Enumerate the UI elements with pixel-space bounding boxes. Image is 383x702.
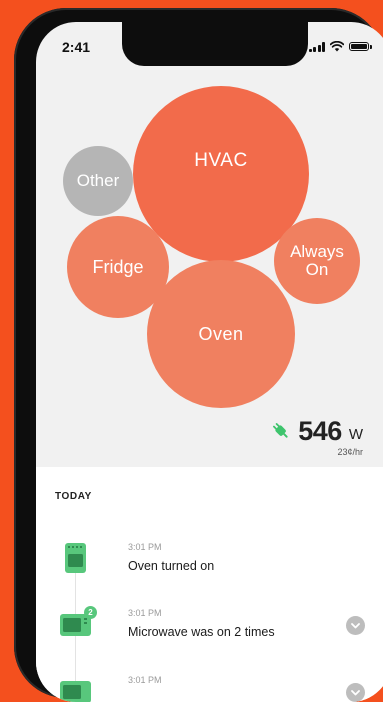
oven-icon [65,543,86,573]
bubble-fridge-label: Fridge [92,256,144,277]
event-text: Microwave was on 2 times [128,625,275,639]
bubble-other[interactable]: Other [63,146,133,216]
power-readout: 546 W 23¢/hr [270,418,363,457]
expand-chevron-icon[interactable] [346,683,365,702]
power-unit: W [348,426,363,443]
battery-icon [349,42,372,51]
plug-icon [273,422,288,438]
cellular-signal-icon [308,41,325,52]
microwave-icon [60,681,91,702]
app-screen: 2:41 HVAC Other Fridge Always On Oven 54… [36,22,383,702]
wifi-icon [330,41,344,52]
event-text: Oven turned on [128,559,215,573]
power-rate: 23¢/hr [337,447,363,457]
feed-event[interactable]: 2 3:01 PM Microwave was on 2 times [36,606,383,648]
bubble-oven[interactable]: Oven [147,260,295,408]
expand-chevron-icon[interactable] [346,616,365,635]
feed-event[interactable]: 3:01 PM [36,675,383,702]
status-icons [308,41,372,52]
bubble-always-on-label: Always On [290,242,344,279]
event-time: 3:01 PM [128,675,162,685]
section-title-today: TODAY [55,491,92,502]
notch [122,22,308,66]
power-value: 546 [298,416,342,446]
status-time: 2:41 [62,39,91,55]
bubble-always-on[interactable]: Always On [274,218,360,304]
bubble-oven-label: Oven [198,323,244,344]
bubble-hvac-label: HVAC [194,150,248,172]
phone-frame: 2:41 HVAC Other Fridge Always On Oven 54… [14,8,383,702]
event-time: 3:01 PM [128,608,162,618]
event-time: 3:01 PM [128,542,162,552]
feed-event[interactable]: 3:01 PM Oven turned on [36,542,383,582]
count-badge: 2 [84,606,97,619]
bubble-other-label: Other [76,171,120,191]
